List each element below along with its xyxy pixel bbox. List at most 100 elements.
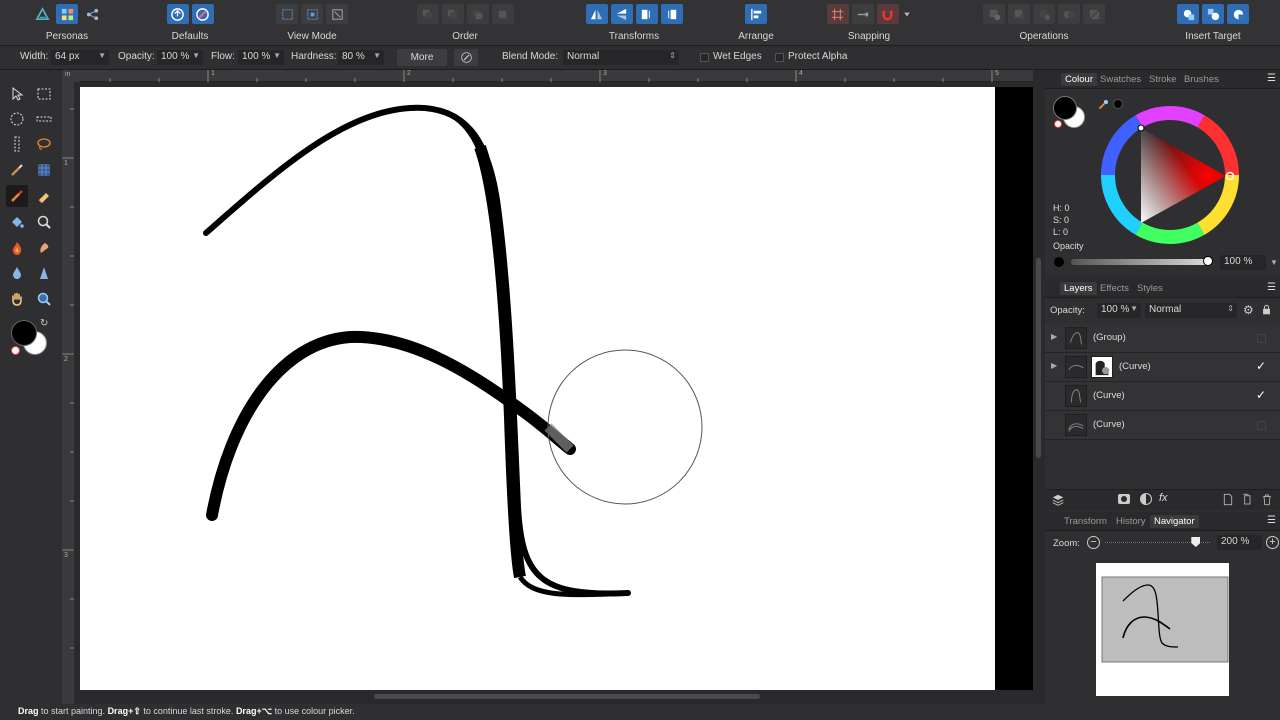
sharpen-brush-icon[interactable] [33, 262, 55, 284]
insert-inside-icon[interactable] [1227, 4, 1249, 24]
panel-menu-icon[interactable]: ☰ [1267, 282, 1276, 293]
add-layer-icon[interactable] [1222, 493, 1234, 509]
vertical-scroll-thumb[interactable] [1036, 258, 1041, 458]
layer-row[interactable]: (Curve) ✓ [1045, 382, 1280, 411]
liquify-persona-icon[interactable] [56, 4, 78, 24]
more-button[interactable]: More [397, 49, 447, 66]
retina-view-icon[interactable] [301, 4, 323, 24]
navigator-preview[interactable] [1096, 563, 1229, 696]
burn-brush-icon[interactable] [6, 237, 28, 259]
visibility-checkbox[interactable] [1257, 334, 1266, 343]
flood-fill-icon[interactable] [6, 211, 28, 233]
row-marquee-icon[interactable] [33, 108, 55, 130]
photo-persona-icon[interactable] [31, 4, 53, 24]
elliptical-marquee-icon[interactable] [6, 108, 28, 130]
tab-styles[interactable]: Styles [1133, 282, 1167, 295]
zoom-view-icon[interactable] [33, 288, 55, 310]
mask-layer-icon[interactable] [1118, 494, 1130, 504]
tab-transform[interactable]: Transform [1060, 515, 1111, 528]
layer-row[interactable]: ▶ (Curve) ✓ [1045, 353, 1280, 382]
blur-brush-icon[interactable] [6, 262, 28, 284]
no-colour-icon[interactable] [1054, 120, 1062, 128]
wet-edges-checkbox[interactable] [700, 53, 709, 62]
layer-opacity-dropdown[interactable]: 100 % ▼ [1097, 303, 1141, 318]
erase-brush-icon[interactable] [33, 185, 55, 207]
panel-menu-icon[interactable]: ☰ [1267, 73, 1276, 84]
tab-stroke[interactable]: Stroke [1145, 73, 1180, 86]
flip-horizontal-icon[interactable] [585, 4, 608, 24]
duplicate-layer-icon[interactable] [1241, 493, 1253, 509]
horizontal-scrollbar[interactable] [74, 690, 1033, 704]
pixel-view-icon[interactable] [276, 4, 298, 24]
expand-triangle-icon[interactable]: ▶ [1051, 361, 1057, 370]
view-tool-hand-icon[interactable] [6, 288, 28, 310]
opacity-slider[interactable] [1071, 259, 1211, 265]
snapping-options-icon[interactable] [902, 4, 912, 24]
move-forward-one-icon[interactable] [466, 4, 489, 24]
horizontal-scroll-thumb[interactable] [374, 694, 760, 699]
chevron-down-icon[interactable]: ▼ [1270, 258, 1278, 267]
subtract-operation-icon[interactable] [1008, 4, 1030, 24]
tab-brushes[interactable]: Brushes [1180, 73, 1223, 86]
stroke-colour-swatch[interactable] [1053, 96, 1077, 120]
flip-vertical-icon[interactable] [610, 4, 633, 24]
width-dropdown[interactable]: 64 px ▼ [51, 50, 109, 65]
snapping-magnet-icon[interactable] [876, 4, 899, 24]
paint-brush-tool-icon[interactable] [6, 185, 28, 207]
vertical-scrollbar[interactable] [1033, 70, 1045, 704]
brush-stabilizer-icon[interactable] [454, 49, 478, 66]
protect-alpha-checkbox[interactable] [775, 53, 784, 62]
lock-icon[interactable] [1261, 304, 1272, 318]
colour-swatch-widget[interactable]: ↻ [10, 318, 54, 358]
swap-colours-icon[interactable]: ↻ [40, 318, 48, 329]
delete-layer-icon[interactable] [1261, 493, 1273, 509]
colour-opacity-field[interactable]: 100 % [1220, 255, 1266, 270]
fx-icon[interactable]: fx [1159, 492, 1168, 504]
move-to-back-icon[interactable] [416, 4, 439, 24]
adjustment-layer-icon[interactable] [1140, 493, 1152, 505]
tab-layers[interactable]: Layers [1060, 282, 1097, 295]
rectangular-marquee-icon[interactable] [33, 83, 55, 105]
column-marquee-icon[interactable] [6, 133, 28, 155]
opacity-dropdown[interactable]: 100 % ▼ [157, 50, 203, 65]
zoom-tool-icon[interactable] [33, 211, 55, 233]
flow-dropdown[interactable]: 100 % ▼ [238, 50, 284, 65]
insert-top-icon[interactable] [1202, 4, 1224, 24]
zoom-slider-handle[interactable] [1191, 537, 1201, 547]
opacity-slider-handle[interactable] [1203, 256, 1213, 266]
freehand-selection-icon[interactable] [33, 133, 55, 155]
actual-size-icon[interactable] [326, 4, 348, 24]
gear-icon[interactable]: ⚙ [1243, 303, 1254, 317]
colour-swatch-pair[interactable] [1053, 96, 1087, 130]
layer-row[interactable]: ▶ (Group) [1045, 324, 1280, 353]
visibility-checkbox[interactable] [1257, 421, 1266, 430]
tab-effects[interactable]: Effects [1096, 282, 1133, 295]
tab-colour[interactable]: Colour [1061, 73, 1097, 86]
layers-stack-icon[interactable] [1051, 493, 1065, 510]
layer-blend-dropdown[interactable]: Normal ⇕ [1145, 303, 1237, 318]
visibility-check-icon[interactable]: ✓ [1256, 388, 1266, 402]
tab-history[interactable]: History [1112, 515, 1150, 528]
no-colour-icon[interactable] [11, 346, 20, 355]
move-tool-icon[interactable] [6, 83, 28, 105]
align-icon[interactable] [745, 4, 767, 24]
rotate-left-icon[interactable] [635, 4, 658, 24]
insert-behind-icon[interactable] [1177, 4, 1199, 24]
colour-wheel[interactable] [1100, 105, 1240, 245]
snap-to-pixel-icon[interactable] [851, 4, 874, 24]
export-persona-icon[interactable] [81, 4, 103, 24]
zoom-out-icon[interactable]: − [1087, 536, 1100, 549]
divide-operation-icon[interactable] [1083, 4, 1105, 24]
move-to-front-icon[interactable] [491, 4, 514, 24]
tab-swatches[interactable]: Swatches [1096, 73, 1145, 86]
grid-snap-icon[interactable] [826, 4, 849, 24]
blend-mode-dropdown[interactable]: Normal ⇕ [563, 50, 679, 65]
smudge-brush-icon[interactable] [33, 237, 55, 259]
zoom-value-field[interactable]: 200 % [1217, 535, 1262, 550]
canvas-area[interactable] [74, 82, 1033, 690]
add-operation-icon[interactable] [983, 4, 1005, 24]
primary-colour-swatch[interactable] [11, 320, 37, 346]
tab-navigator[interactable]: Navigator [1150, 515, 1199, 528]
document-canvas[interactable] [80, 87, 995, 690]
revert-defaults-icon[interactable] [191, 4, 214, 24]
